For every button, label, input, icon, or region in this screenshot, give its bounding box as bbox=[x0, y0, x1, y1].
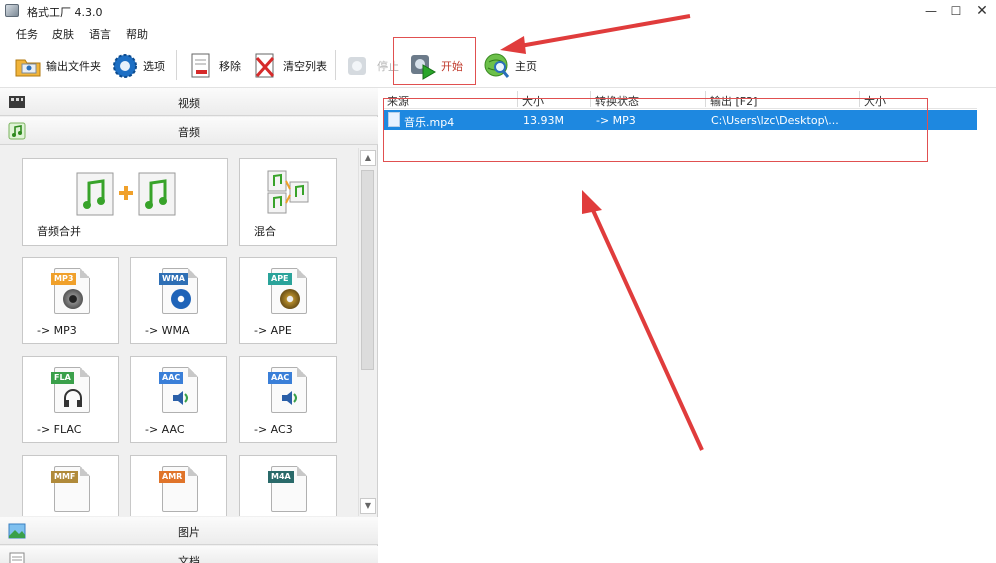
scroll-up-button[interactable]: ▲ bbox=[360, 150, 376, 166]
maximize-button[interactable]: ☐ bbox=[944, 2, 968, 20]
row-highlight-box bbox=[383, 98, 928, 162]
mp3-file-icon: MP3 bbox=[51, 268, 90, 314]
tile-flac[interactable]: FLA -> FLAC bbox=[22, 356, 119, 443]
tile-mmf[interactable]: MMF bbox=[22, 455, 119, 516]
tile-flac-label: -> FLAC bbox=[37, 423, 82, 436]
audio-tiles: 音频合并 混合 MP3 -> MP3 WMA -> WMA APE -> APE… bbox=[0, 148, 358, 516]
mp3-badge: MP3 bbox=[51, 273, 77, 285]
scroll-thumb[interactable] bbox=[361, 170, 374, 370]
ape-file-icon: APE bbox=[268, 268, 307, 314]
output-folder-button[interactable]: 输出文件夹 bbox=[14, 50, 101, 82]
mix-icon bbox=[267, 170, 309, 214]
amr-file-icon: AMR bbox=[159, 466, 198, 512]
category-audio[interactable]: 音频 bbox=[0, 117, 378, 145]
tile-aac[interactable]: AAC -> AAC bbox=[130, 356, 227, 443]
menu-bar: 任务 皮肤 语言 帮助 bbox=[0, 22, 996, 44]
m4a-badge: M4A bbox=[268, 471, 294, 483]
category-video[interactable]: 视频 bbox=[0, 88, 378, 116]
menu-task[interactable]: 任务 bbox=[16, 26, 38, 42]
scroll-down-button[interactable]: ▼ bbox=[360, 498, 376, 514]
close-button[interactable]: ✕ bbox=[970, 2, 994, 20]
window-title: 格式工厂 4.3.0 bbox=[27, 6, 103, 19]
globe-search-icon bbox=[483, 52, 511, 80]
tile-ape-label: -> APE bbox=[254, 324, 292, 337]
title-bar: 格式工厂 4.3.0 — ☐ ✕ bbox=[0, 0, 996, 22]
speaker-icon bbox=[173, 391, 188, 405]
speaker-icon bbox=[282, 391, 297, 405]
options-label: 选项 bbox=[143, 60, 165, 73]
category-audio-label: 音频 bbox=[178, 126, 200, 139]
tile-wma-label: -> WMA bbox=[145, 324, 190, 337]
tile-aac-label: -> AAC bbox=[145, 423, 185, 436]
clear-list-label: 清空列表 bbox=[283, 60, 327, 73]
menu-language[interactable]: 语言 bbox=[89, 26, 111, 42]
remove-button[interactable]: 移除 bbox=[187, 50, 241, 82]
menu-help[interactable]: 帮助 bbox=[126, 26, 148, 42]
remove-document-icon bbox=[187, 52, 215, 80]
tiles-scrollbar[interactable]: ▲ ▼ bbox=[358, 148, 376, 516]
tile-mix[interactable]: 混合 bbox=[239, 158, 337, 246]
folder-icon bbox=[14, 52, 42, 80]
tile-mp3-label: -> MP3 bbox=[37, 324, 77, 337]
wma-file-icon: WMA bbox=[159, 268, 198, 314]
toolbar: 输出文件夹 选项 移除 清空列表 停止 开始 主页 bbox=[0, 44, 996, 88]
start-highlight-box bbox=[393, 37, 476, 85]
tile-ape[interactable]: APE -> APE bbox=[239, 257, 337, 344]
app-icon bbox=[5, 4, 19, 17]
wma-badge: WMA bbox=[159, 273, 188, 285]
category-picture-label: 图片 bbox=[178, 526, 200, 539]
category-document-label: 文档 bbox=[178, 555, 200, 563]
tile-wma[interactable]: WMA -> WMA bbox=[130, 257, 227, 344]
tile-m4a[interactable]: M4A bbox=[239, 455, 337, 516]
tile-audio-merge[interactable]: 音频合并 bbox=[22, 158, 228, 246]
tile-amr[interactable]: AMR bbox=[130, 455, 227, 516]
menu-skin[interactable]: 皮肤 bbox=[52, 26, 74, 42]
home-button[interactable]: 主页 bbox=[483, 50, 537, 82]
gear-icon bbox=[111, 52, 139, 80]
tile-ac3-label: -> AC3 bbox=[254, 423, 293, 436]
tile-mix-label: 混合 bbox=[254, 225, 276, 238]
merge-icon bbox=[76, 172, 176, 216]
remove-label: 移除 bbox=[219, 60, 241, 73]
ac3-file-icon: AAC bbox=[268, 367, 307, 413]
aac2-badge: AAC bbox=[268, 372, 293, 384]
headphones-icon bbox=[64, 389, 82, 407]
tile-audio-merge-label: 音频合并 bbox=[37, 225, 81, 238]
flac-file-icon: FLA bbox=[51, 367, 90, 413]
aac-badge: AAC bbox=[159, 372, 184, 384]
ape-badge: APE bbox=[268, 273, 292, 285]
category-video-label: 视频 bbox=[178, 97, 200, 110]
home-label: 主页 bbox=[515, 60, 537, 73]
tile-mp3[interactable]: MP3 -> MP3 bbox=[22, 257, 119, 344]
stop-icon bbox=[345, 52, 373, 80]
output-folder-label: 输出文件夹 bbox=[46, 60, 101, 73]
aac-file-icon: AAC bbox=[159, 367, 198, 413]
mmf-file-icon: MMF bbox=[51, 466, 90, 512]
m4a-file-icon: M4A bbox=[268, 466, 307, 512]
options-button[interactable]: 选项 bbox=[111, 50, 165, 82]
mmf-badge: MMF bbox=[51, 471, 79, 483]
tile-ac3[interactable]: AAC -> AC3 bbox=[239, 356, 337, 443]
fla-badge: FLA bbox=[51, 372, 74, 384]
task-list-scrollbar[interactable] bbox=[977, 88, 996, 563]
toolbar-divider bbox=[335, 50, 336, 80]
category-panel: 视频 音频 音频合并 混合 MP3 -> MP3 WMA -> WMA APE … bbox=[0, 88, 378, 563]
stop-button[interactable]: 停止 bbox=[345, 50, 399, 82]
amr-badge: AMR bbox=[159, 471, 186, 483]
toolbar-divider bbox=[176, 50, 177, 80]
category-document[interactable]: 文档 bbox=[0, 546, 378, 563]
clear-list-button[interactable]: 清空列表 bbox=[251, 50, 327, 82]
category-picture[interactable]: 图片 bbox=[0, 517, 378, 545]
minimize-button[interactable]: — bbox=[919, 2, 943, 20]
clear-list-icon bbox=[251, 52, 279, 80]
